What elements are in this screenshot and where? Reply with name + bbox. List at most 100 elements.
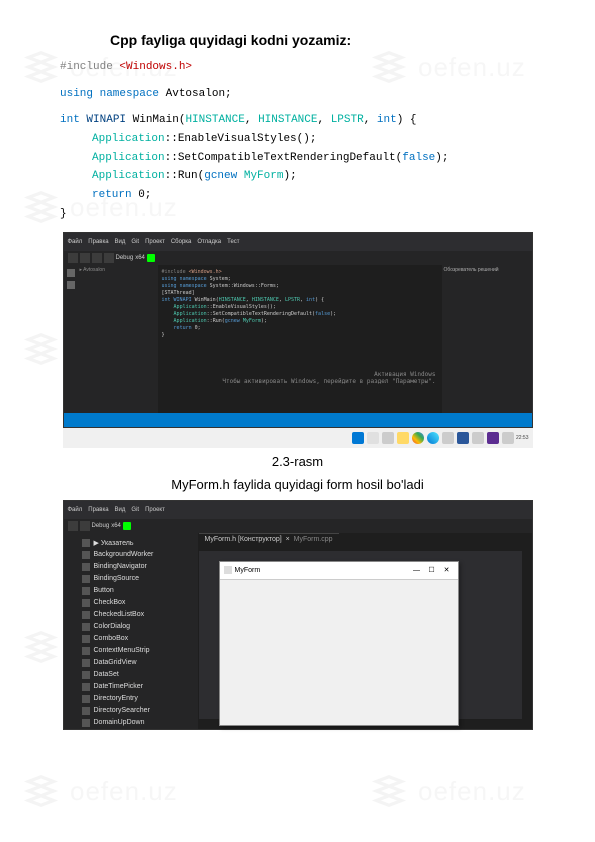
toolbox-item[interactable]: ▶ Указатель — [82, 537, 194, 549]
tool-icon[interactable] — [67, 281, 75, 289]
app-icon[interactable] — [472, 432, 484, 444]
ide-toolbar: Debug x64 — [64, 519, 532, 533]
menu-file[interactable]: Файл — [68, 507, 83, 513]
debug-config-selector[interactable]: Debug — [116, 255, 134, 261]
toolbox-item[interactable]: BackgroundWorker — [82, 549, 194, 561]
watermark: oefen.uz — [370, 772, 526, 810]
component-icon — [82, 551, 90, 559]
ide-screenshot-2: Файл Правка Вид Git Проект Debug x64 ▶ У… — [63, 500, 533, 730]
button-icon — [82, 587, 90, 595]
menu-view[interactable]: Вид — [115, 507, 126, 513]
code-editor[interactable]: #include <Windows.h> using namespace Sys… — [158, 265, 442, 413]
windows-activation-notice: Активация Windows Чтобы активировать Win… — [222, 371, 435, 385]
pointer-icon — [82, 539, 90, 547]
visual-studio-icon[interactable] — [487, 432, 499, 444]
toolbox-item[interactable]: ContextMenuStrip — [82, 645, 194, 657]
ide-activity-bar — [64, 265, 78, 413]
close-icon[interactable]: ✕ — [440, 564, 454, 576]
toolbox-panel: ▶ Указатель BackgroundWorker BindingNavi… — [78, 533, 198, 729]
menu-project[interactable]: Проект — [145, 507, 165, 513]
toolbox-item[interactable]: BindingSource — [82, 573, 194, 585]
ide-activity-bar — [64, 533, 78, 729]
run-icon[interactable] — [147, 254, 155, 262]
component-icon — [82, 707, 90, 715]
ide-menubar: Файл Правка Вид Git Проект — [64, 501, 532, 519]
component-icon — [82, 623, 90, 631]
ide-screenshot-1: Файл Правка Вид Git Проект Сборка Отладк… — [63, 232, 533, 428]
toolbox-item[interactable]: DirectoryEntry — [82, 693, 194, 705]
app-icon[interactable] — [442, 432, 454, 444]
section-heading: Cpp fayliga quyidagi kodni yozamiz: — [110, 32, 535, 48]
ide-statusbar — [64, 413, 532, 427]
nav-back-icon[interactable] — [68, 521, 78, 531]
file-explorer-icon[interactable] — [397, 432, 409, 444]
ide-toolbar: Debug x64 — [64, 251, 532, 265]
toolbox-item[interactable]: ColorDialog — [82, 621, 194, 633]
toolbox-item[interactable]: DataGridView — [82, 657, 194, 669]
menu-test[interactable]: Тест — [227, 239, 239, 245]
toolbox-item[interactable]: ComboBox — [82, 633, 194, 645]
component-icon — [82, 563, 90, 571]
component-icon — [82, 683, 90, 691]
undo-icon[interactable] — [104, 253, 114, 263]
toolbox-item[interactable]: Button — [82, 585, 194, 597]
menu-view[interactable]: Вид — [115, 239, 126, 245]
form-designer-canvas[interactable]: MyForm — ☐ ✕ — [199, 551, 522, 719]
menu-edit[interactable]: Правка — [88, 239, 108, 245]
combobox-icon — [82, 635, 90, 643]
debug-config-selector[interactable]: Debug — [92, 523, 110, 529]
toolbox-item[interactable]: DirectorySearcher — [82, 705, 194, 717]
menu-project[interactable]: Проект — [145, 239, 165, 245]
search-icon[interactable] — [367, 432, 379, 444]
toolbox-item[interactable]: DomainUpDown — [82, 717, 194, 729]
checkbox-icon — [82, 599, 90, 607]
task-view-icon[interactable] — [382, 432, 394, 444]
component-icon — [82, 671, 90, 679]
editor-tab[interactable]: MyForm.h [Конструктор] × MyForm.cpp — [199, 533, 339, 545]
figure-subcaption: MyForm.h faylida quyidagi form hosil bo'… — [60, 477, 535, 492]
start-button-icon[interactable] — [352, 432, 364, 444]
component-icon — [82, 611, 90, 619]
tool-icon[interactable] — [67, 269, 75, 277]
component-icon — [82, 647, 90, 655]
maximize-icon[interactable]: ☐ — [425, 564, 439, 576]
menu-git[interactable]: Git — [131, 239, 139, 245]
menu-build[interactable]: Сборка — [171, 239, 192, 245]
menu-file[interactable]: Файл — [68, 239, 83, 245]
watermark: oefen.uz — [22, 772, 178, 810]
word-icon[interactable] — [457, 432, 469, 444]
toolbox-item[interactable]: BindingNavigator — [82, 561, 194, 573]
save-icon[interactable] — [80, 521, 90, 531]
component-icon — [82, 719, 90, 727]
component-icon — [82, 695, 90, 703]
platform-selector[interactable]: x64 — [135, 255, 145, 261]
menu-git[interactable]: Git — [131, 507, 139, 513]
app-icon — [224, 566, 232, 574]
menu-debug[interactable]: Отладка — [197, 239, 221, 245]
figure-caption: 2.3-rasm — [60, 454, 535, 469]
solution-explorer-panel: Обозреватель решений — [442, 265, 532, 413]
solution-explorer: ▸ Avtosalon — [78, 265, 158, 413]
toolbox-item[interactable]: DataSet — [82, 669, 194, 681]
save-icon[interactable] — [92, 253, 102, 263]
winforms-preview-window[interactable]: MyForm — ☐ ✕ — [219, 561, 459, 726]
menu-edit[interactable]: Правка — [88, 507, 108, 513]
window-titlebar: MyForm — ☐ ✕ — [220, 562, 458, 580]
toolbox-item[interactable]: CheckBox — [82, 597, 194, 609]
ide-menubar: Файл Правка Вид Git Проект Сборка Отладк… — [64, 233, 532, 251]
component-icon — [82, 575, 90, 583]
nav-back-icon[interactable] — [68, 253, 78, 263]
toolbox-item[interactable]: DateTimePicker — [82, 681, 194, 693]
edge-icon[interactable] — [427, 432, 439, 444]
toolbox-item[interactable]: CheckedListBox — [82, 609, 194, 621]
taskbar-time[interactable]: 22:53 — [516, 435, 529, 441]
run-icon[interactable] — [123, 522, 131, 530]
window-title: MyForm — [235, 567, 261, 574]
nav-fwd-icon[interactable] — [80, 253, 90, 263]
platform-selector[interactable]: x64 — [111, 523, 121, 529]
explorer-item[interactable]: ▸ Avtosalon — [80, 267, 156, 273]
chrome-icon[interactable] — [412, 432, 424, 444]
code-block: #include <Windows.h> using namespace Avt… — [60, 58, 535, 224]
app-icon[interactable] — [502, 432, 514, 444]
minimize-icon[interactable]: — — [410, 564, 424, 576]
